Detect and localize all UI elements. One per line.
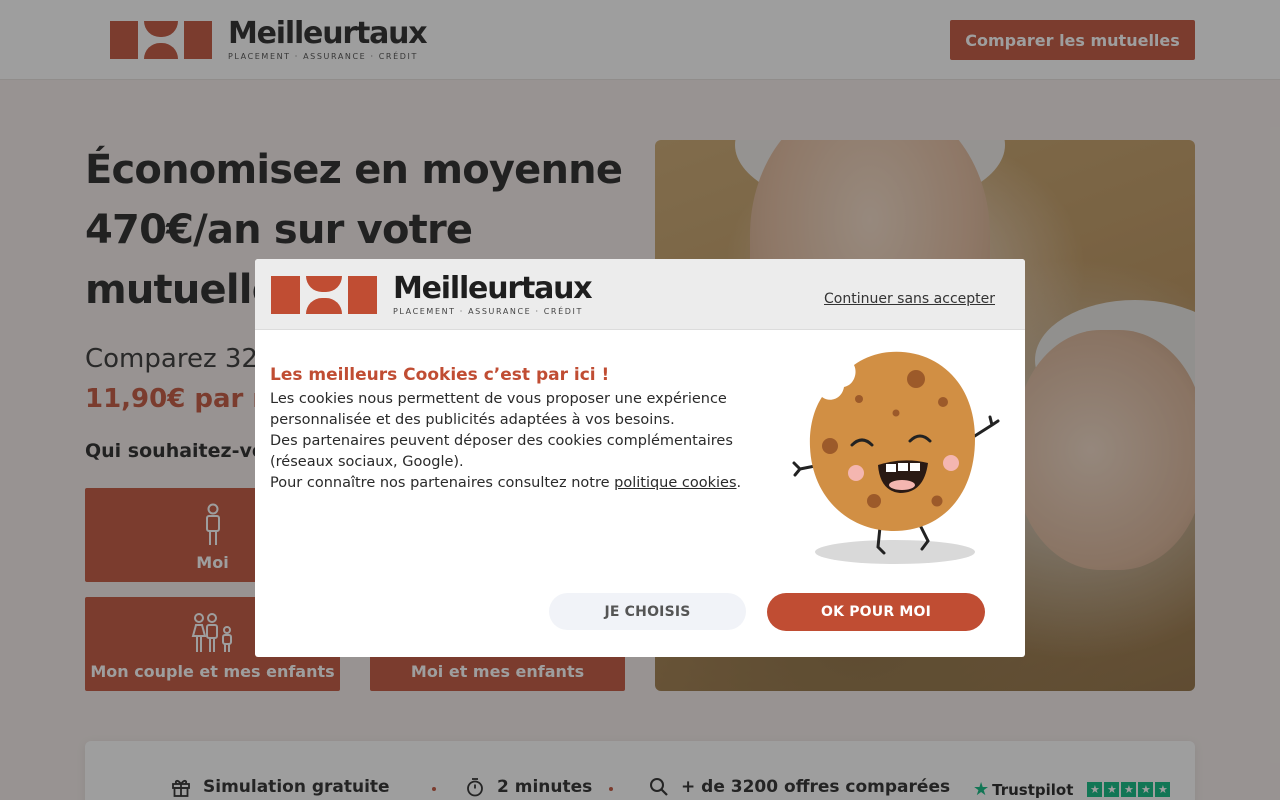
brand-name: Meilleurtaux	[393, 271, 593, 306]
cookie-mascot-icon	[792, 351, 1000, 564]
je-choisis-button[interactable]: JE CHOISIS	[549, 593, 746, 630]
cookie-text-line: Les cookies nous permettent de vous prop…	[270, 391, 727, 428]
cookie-text-prefix: Pour connaître nos partenaires consultez…	[270, 475, 615, 491]
continue-without-accepting-link[interactable]: Continuer sans accepter	[824, 291, 995, 307]
cookie-text-line: Des partenaires peuvent déposer des cook…	[270, 433, 733, 470]
cookie-consent-modal: Meilleurtaux PLACEMENT · ASSURANCE · CRÉ…	[255, 259, 1025, 657]
logo-mark-icon	[271, 276, 377, 314]
modal-header: Meilleurtaux PLACEMENT · ASSURANCE · CRÉ…	[255, 259, 1025, 330]
cookie-modal-text: Les cookies nous permettent de vous prop…	[270, 389, 750, 494]
cookie-modal-title: Les meilleurs Cookies c’est par ici !	[270, 365, 610, 385]
cookie-text-line: Pour connaître nos partenaires consultez…	[270, 473, 750, 494]
cookie-policy-link[interactable]: politique cookies	[614, 475, 736, 491]
brand-tagline: PLACEMENT · ASSURANCE · CRÉDIT	[393, 307, 583, 316]
modal-brand-logo: Meilleurtaux PLACEMENT · ASSURANCE · CRÉ…	[271, 271, 593, 317]
ok-pour-moi-button[interactable]: OK POUR MOI	[767, 593, 985, 631]
cookie-text-suffix: .	[736, 475, 742, 491]
